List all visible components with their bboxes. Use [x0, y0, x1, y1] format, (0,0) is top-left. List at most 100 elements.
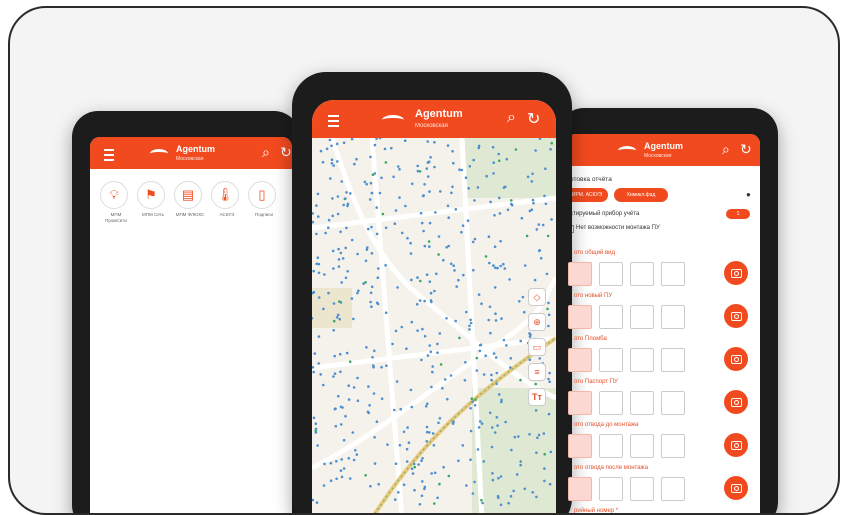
filter-button[interactable]: ≡: [528, 363, 546, 381]
meter-point[interactable]: [465, 484, 468, 487]
meter-point[interactable]: [406, 426, 409, 429]
meter-point[interactable]: [508, 278, 511, 281]
meter-point[interactable]: [477, 293, 481, 296]
meter-point[interactable]: [445, 317, 448, 320]
meter-point[interactable]: [471, 400, 474, 404]
meter-point[interactable]: [348, 360, 352, 363]
meter-point[interactable]: [505, 344, 508, 347]
meter-point[interactable]: [492, 352, 496, 355]
meter-point[interactable]: [345, 351, 349, 355]
meter-point[interactable]: [341, 257, 345, 260]
meter-point[interactable]: [423, 183, 426, 186]
meter-point[interactable]: [438, 482, 441, 486]
meter-point[interactable]: [370, 191, 374, 195]
meter-point[interactable]: [340, 180, 343, 183]
meter-point[interactable]: [502, 262, 505, 266]
meter-point[interactable]: [476, 448, 480, 451]
meter-point[interactable]: [332, 319, 336, 323]
meter-point[interactable]: [504, 185, 507, 189]
meter-point[interactable]: [317, 362, 320, 365]
meter-point[interactable]: [426, 175, 430, 178]
photo-slot[interactable]: [661, 434, 685, 458]
meter-point[interactable]: [315, 204, 318, 207]
meter-point[interactable]: [336, 313, 340, 317]
meter-point[interactable]: [377, 482, 380, 486]
meter-point[interactable]: [409, 252, 413, 255]
photo-slot[interactable]: [568, 262, 592, 286]
meter-point[interactable]: [412, 462, 416, 466]
meter-point[interactable]: [471, 492, 475, 495]
meter-point[interactable]: [457, 278, 460, 282]
meter-point[interactable]: [498, 212, 502, 215]
meter-point[interactable]: [350, 238, 354, 242]
meter-point[interactable]: [493, 286, 497, 289]
meter-point[interactable]: [419, 211, 423, 215]
meter-point[interactable]: [436, 351, 439, 354]
meter-point[interactable]: [364, 474, 367, 477]
meter-point[interactable]: [498, 196, 501, 200]
meter-point[interactable]: [397, 491, 400, 494]
meter-point[interactable]: [488, 411, 492, 415]
meter-point[interactable]: [480, 302, 483, 305]
meter-point[interactable]: [484, 354, 487, 357]
meter-point[interactable]: [347, 384, 350, 387]
meter-point[interactable]: [467, 187, 470, 190]
meter-point[interactable]: [539, 256, 543, 260]
meter-point[interactable]: [352, 458, 356, 462]
meter-point[interactable]: [463, 379, 467, 382]
camera-button[interactable]: [724, 476, 748, 500]
meter-point[interactable]: [418, 299, 422, 302]
meter-point[interactable]: [423, 299, 426, 303]
photo-slot[interactable]: [568, 477, 592, 501]
meter-point[interactable]: [397, 165, 400, 168]
layers-button[interactable]: ◇: [528, 288, 546, 306]
meter-point[interactable]: [494, 319, 498, 322]
meter-point[interactable]: [352, 386, 356, 389]
meter-point[interactable]: [468, 165, 472, 168]
meter-point[interactable]: [340, 458, 343, 461]
meter-point[interactable]: [446, 144, 450, 147]
meter-point[interactable]: [497, 476, 500, 480]
meter-point[interactable]: [433, 289, 436, 293]
meter-point[interactable]: [384, 311, 388, 314]
meter-point[interactable]: [452, 161, 455, 165]
meter-point[interactable]: [466, 219, 470, 222]
meter-point[interactable]: [416, 276, 419, 279]
meter-point[interactable]: [428, 344, 431, 347]
meter-point[interactable]: [497, 152, 500, 156]
meter-point[interactable]: [349, 192, 352, 195]
meter-point[interactable]: [404, 204, 407, 208]
meter-point[interactable]: [390, 146, 393, 150]
photo-slot[interactable]: [568, 348, 592, 372]
meter-point[interactable]: [385, 364, 388, 367]
meter-point[interactable]: [469, 407, 472, 410]
meter-point[interactable]: [337, 247, 340, 251]
meter-point[interactable]: [380, 176, 383, 180]
meter-point[interactable]: [384, 226, 388, 230]
meter-point[interactable]: [469, 321, 473, 325]
meter-point[interactable]: [510, 203, 514, 207]
meter-point[interactable]: [439, 190, 442, 193]
meter-point[interactable]: [451, 422, 455, 425]
meter-point[interactable]: [317, 271, 321, 275]
camera-button[interactable]: [724, 261, 748, 285]
meter-point[interactable]: [323, 462, 326, 466]
meter-point[interactable]: [423, 244, 427, 248]
meter-point[interactable]: [342, 438, 346, 442]
meter-point[interactable]: [370, 285, 374, 289]
meter-point[interactable]: [421, 480, 424, 483]
meter-point[interactable]: [316, 256, 320, 259]
photo-slot[interactable]: [568, 434, 592, 458]
meter-point[interactable]: [519, 339, 522, 343]
meter-point[interactable]: [413, 488, 416, 492]
meter-point[interactable]: [451, 150, 454, 153]
meter-point[interactable]: [468, 328, 471, 331]
meter-point[interactable]: [488, 261, 491, 265]
meter-point[interactable]: [334, 424, 338, 428]
meter-point[interactable]: [339, 230, 342, 234]
meter-point[interactable]: [453, 269, 456, 272]
meter-point[interactable]: [454, 208, 458, 211]
meter-point[interactable]: [365, 346, 368, 349]
meter-point[interactable]: [344, 246, 347, 250]
meter-point[interactable]: [340, 281, 343, 284]
